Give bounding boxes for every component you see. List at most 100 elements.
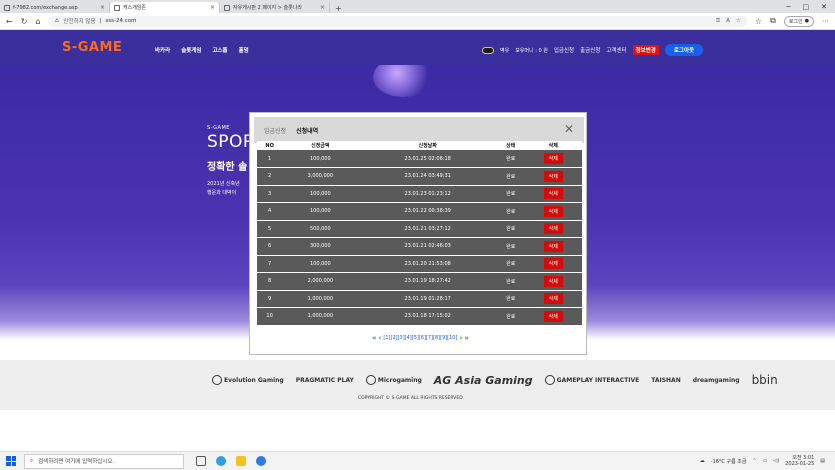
cell-amount: 100,000 bbox=[282, 150, 359, 168]
first-page-button[interactable]: « bbox=[372, 334, 377, 342]
delete-button[interactable]: 삭제 bbox=[543, 275, 563, 287]
taskbar-apps bbox=[196, 456, 266, 466]
window-close-button[interactable]: ✕ bbox=[821, 3, 827, 11]
browser-tab-bar: f-7982.com/exchange.asp × 캐스게임존 × 자유게시판 … bbox=[0, 0, 835, 13]
table-row: 1 100,000 23.01.25 02:06:18 완료 삭제 bbox=[257, 150, 582, 168]
next-page-button[interactable]: › bbox=[459, 334, 462, 342]
cell-delete: 삭제 bbox=[524, 255, 582, 273]
cell-delete: 삭제 bbox=[524, 150, 582, 168]
cell-no: 4 bbox=[257, 202, 283, 221]
browser-tab-2[interactable]: 캐스게임존 × bbox=[110, 2, 220, 13]
avatar-icon: ● bbox=[804, 18, 809, 24]
browser-tab-3[interactable]: 자유게시판 2 페이지 > 슬롯나라 × bbox=[220, 2, 330, 13]
search-icon: ⌕ bbox=[30, 457, 34, 464]
file-explorer-icon[interactable] bbox=[236, 456, 246, 466]
cell-date: 23.01.22 00:38:39 bbox=[358, 202, 497, 221]
cell-amount: 3,000,000 bbox=[282, 167, 359, 186]
read-aloud-icon[interactable]: A bbox=[726, 18, 730, 25]
key-icon[interactable]: ⚿ bbox=[716, 18, 720, 25]
cell-date: 23.01.18 17:15:02 bbox=[358, 307, 497, 326]
delete-button[interactable]: 삭제 bbox=[543, 170, 563, 182]
favorite-star-icon[interactable]: ☆ bbox=[736, 18, 741, 25]
delete-button[interactable]: 삭제 bbox=[543, 310, 563, 322]
refresh-icon[interactable]: ↻ bbox=[21, 17, 28, 26]
table-header-row: NO 신청금액 신청날짜 상태 삭제 bbox=[257, 141, 582, 150]
table-row: 4 100,000 23.01.22 00:38:39 완료 삭제 bbox=[257, 202, 582, 221]
home-icon[interactable]: ⌂ bbox=[35, 17, 40, 26]
last-page-button[interactable]: » bbox=[464, 334, 469, 342]
window-controls: ─ □ ✕ bbox=[786, 3, 835, 11]
tab-label: 자유게시판 2 페이지 > 슬롯나라 bbox=[233, 5, 302, 11]
maximize-button[interactable]: □ bbox=[803, 3, 810, 11]
favorites-icon[interactable]: ☆ bbox=[755, 17, 762, 26]
clock[interactable]: 오전 3:01 2023-01-25 bbox=[785, 455, 814, 467]
cell-delete: 삭제 bbox=[524, 307, 582, 326]
delete-button[interactable]: 삭제 bbox=[543, 205, 563, 217]
delete-button[interactable]: 삭제 bbox=[543, 153, 563, 164]
delete-button[interactable]: 삭제 bbox=[543, 223, 563, 235]
taskbar-search-input[interactable]: ⌕ 검색하려면 여기에 입력하십시오. bbox=[24, 453, 184, 469]
cell-status: 완료 bbox=[496, 185, 525, 203]
cell-delete: 삭제 bbox=[524, 202, 582, 221]
edge-icon[interactable] bbox=[216, 456, 226, 466]
delete-button[interactable]: 삭제 bbox=[543, 293, 563, 305]
divider: | bbox=[99, 18, 102, 24]
cell-amount: 500,000 bbox=[282, 220, 359, 238]
tab-request-history[interactable]: 신청내역 bbox=[296, 126, 318, 135]
cell-amount: 2,000,000 bbox=[282, 272, 359, 291]
browser-tab-1[interactable]: f-7982.com/exchange.asp × bbox=[0, 2, 110, 13]
page-links[interactable]: [1][2][3][4][5][6][7][8][9][10] bbox=[383, 335, 457, 341]
cell-no: 9 bbox=[257, 290, 283, 308]
weather-text[interactable]: -16°C 구름 조금 bbox=[711, 458, 747, 465]
prev-page-button[interactable]: ‹ bbox=[379, 334, 382, 342]
cell-status: 완료 bbox=[496, 237, 525, 256]
cell-date: 23.01.19 18:27:42 bbox=[358, 272, 497, 291]
windows-start-icon[interactable] bbox=[6, 456, 16, 466]
table-row: 8 2,000,000 23.01.19 18:27:42 완료 삭제 bbox=[257, 272, 582, 291]
minimize-button[interactable]: ─ bbox=[786, 3, 790, 11]
table-row: 7 100,000 23.01.20 21:53:08 완료 삭제 bbox=[257, 255, 582, 273]
cell-delete: 삭제 bbox=[524, 290, 582, 308]
modal-overlay: 입금신청 신청내역 ✕ NO 신청금액 신청날짜 상태 삭제 1 100,000 2… bbox=[0, 30, 835, 470]
cell-status: 완료 bbox=[496, 202, 525, 221]
more-menu-icon[interactable]: ⋯ bbox=[822, 17, 829, 25]
url-field[interactable]: ⚠ 안전하지 않음 | sss-24.com ⚿ A ☆ bbox=[48, 15, 747, 27]
profile-login-button[interactable]: 로그인 ● bbox=[783, 15, 814, 27]
tab-label: 캐스게임존 bbox=[123, 5, 147, 11]
cell-date: 23.01.23 01:23:12 bbox=[358, 185, 497, 203]
page-icon bbox=[114, 4, 120, 11]
close-icon[interactable]: × bbox=[320, 4, 325, 11]
browser-app-icon[interactable] bbox=[256, 456, 266, 466]
weather-icon: ☁ bbox=[699, 458, 705, 464]
tab-deposit-request[interactable]: 입금신청 bbox=[264, 126, 286, 135]
back-arrow-icon[interactable]: ← bbox=[6, 17, 13, 26]
table-row: 3 100,000 23.01.23 01:23:12 완료 삭제 bbox=[257, 185, 582, 203]
collections-icon[interactable]: ⧉ bbox=[770, 16, 776, 26]
close-icon[interactable]: ✕ bbox=[564, 122, 574, 136]
cell-delete: 삭제 bbox=[524, 185, 582, 203]
col-status: 상태 bbox=[496, 141, 525, 150]
cell-status: 완료 bbox=[496, 290, 525, 308]
volume-icon[interactable]: ◁) bbox=[773, 458, 779, 464]
task-view-icon[interactable] bbox=[196, 456, 206, 466]
cell-status: 완료 bbox=[496, 307, 525, 326]
cell-amount: 100,000 bbox=[282, 255, 359, 273]
cell-status: 완료 bbox=[496, 272, 525, 291]
cell-no: 6 bbox=[257, 237, 283, 256]
notifications-icon[interactable]: ▤ bbox=[820, 458, 825, 464]
cell-amount: 100,000 bbox=[282, 185, 359, 203]
delete-button[interactable]: 삭제 bbox=[543, 188, 563, 200]
warning-icon: ⚠ bbox=[54, 18, 60, 24]
system-tray: ☁ -16°C 구름 조금 ⌃ ▭ ◁) 오전 3:01 2023-01-25 … bbox=[700, 455, 835, 467]
tray-expand-icon[interactable]: ⌃ bbox=[752, 458, 756, 464]
cell-status: 완료 bbox=[496, 167, 525, 186]
delete-button[interactable]: 삭제 bbox=[543, 240, 563, 252]
cell-delete: 삭제 bbox=[524, 167, 582, 186]
delete-button[interactable]: 삭제 bbox=[543, 258, 563, 270]
history-table: NO 신청금액 신청날짜 상태 삭제 1 100,000 23.01.25 02:0… bbox=[257, 141, 582, 326]
close-icon[interactable]: × bbox=[210, 4, 215, 11]
cell-date: 23.01.21 02:46:03 bbox=[358, 237, 497, 256]
close-icon[interactable]: × bbox=[100, 4, 105, 11]
new-tab-button[interactable]: + bbox=[330, 4, 347, 13]
network-icon[interactable]: ▭ bbox=[763, 458, 768, 464]
